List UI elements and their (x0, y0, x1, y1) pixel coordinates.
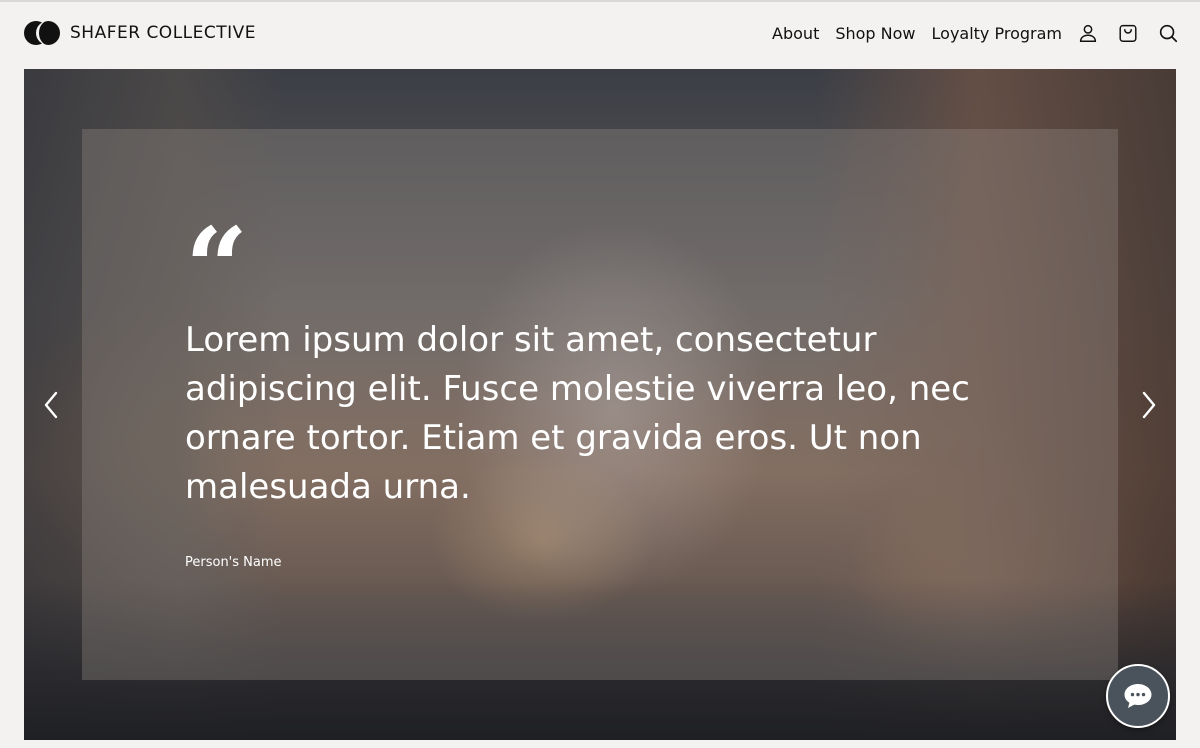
quote-icon: “ (185, 203, 249, 332)
chevron-left-icon (44, 391, 58, 419)
brand-name[interactable]: SHAFER COLLECTIVE (70, 23, 256, 43)
brand-logo[interactable] (24, 21, 60, 45)
shopping-bag-icon[interactable] (1116, 21, 1140, 45)
nav-link-loyalty-program[interactable]: Loyalty Program (932, 24, 1062, 43)
testimonial-quote: Lorem ipsum dolor sit amet, consectetur … (185, 320, 970, 507)
header-icons (1076, 21, 1180, 45)
testimonial-author: Person's Name (185, 555, 282, 570)
logo-circle-right (36, 21, 60, 45)
testimonial-panel: “ Lorem ipsum dolor sit amet, consectetu… (82, 129, 1118, 680)
nav-link-shop-now[interactable]: Shop Now (835, 24, 915, 43)
main-nav: About Shop Now Loyalty Program (772, 21, 1180, 45)
chat-bubble-icon (1124, 684, 1152, 708)
nav-link-about[interactable]: About (772, 24, 819, 43)
chat-button[interactable] (1106, 664, 1170, 728)
site-header: SHAFER COLLECTIVE About Shop Now Loyalty… (0, 0, 1200, 64)
testimonial-hero: “ Lorem ipsum dolor sit amet, consectetu… (24, 69, 1176, 740)
chevron-right-icon (1142, 391, 1156, 419)
previous-slide-button[interactable] (36, 388, 66, 422)
search-icon[interactable] (1156, 21, 1180, 45)
brand[interactable]: SHAFER COLLECTIVE (24, 21, 256, 45)
user-icon[interactable] (1076, 21, 1100, 45)
next-slide-button[interactable] (1134, 388, 1164, 422)
